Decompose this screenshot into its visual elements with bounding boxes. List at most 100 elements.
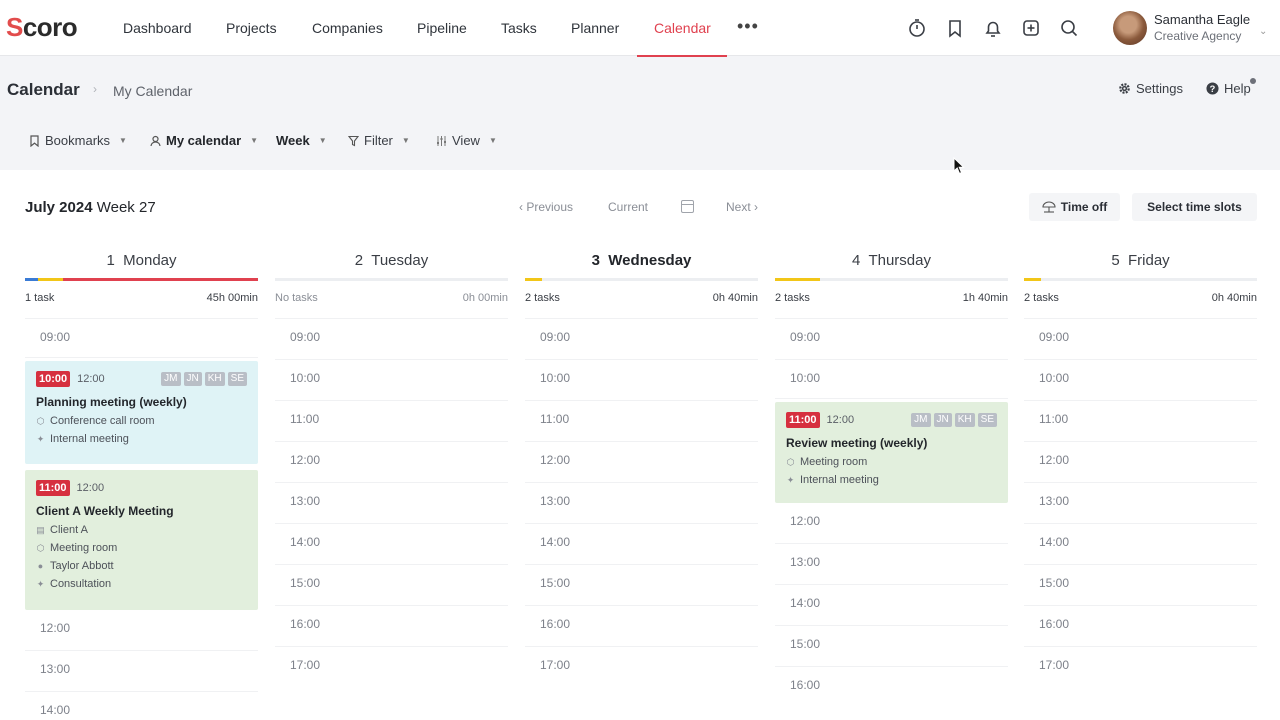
day-number: 1 — [106, 252, 115, 269]
next-button[interactable]: Next › — [726, 200, 758, 214]
nav-companies[interactable]: Companies — [312, 20, 383, 36]
active-nav-indicator — [637, 55, 727, 57]
nav-dashboard[interactable]: Dashboard — [123, 20, 192, 36]
breadcrumb[interactable]: My Calendar — [113, 83, 192, 99]
attendee-tag: SE — [227, 372, 247, 386]
bell-icon[interactable] — [982, 17, 1004, 39]
hour-label: 15:00 — [540, 576, 571, 590]
calendar-picker-icon[interactable] — [681, 200, 694, 213]
filter-dropdown[interactable]: Filter ▼ — [348, 133, 410, 148]
top-navigation: Scoro Dashboard Projects Companies Pipel… — [0, 0, 1280, 57]
hour-divider — [525, 564, 758, 565]
day-name: Wednesday — [608, 252, 692, 269]
day-header[interactable]: 3 Wednesday — [525, 252, 758, 269]
week-dropdown[interactable]: Week ▼ — [276, 133, 327, 148]
scoro-logo[interactable]: Scoro — [6, 12, 78, 43]
help-button[interactable]: ? Help — [1206, 81, 1251, 96]
event-review-meeting[interactable]: 11:00 12:00 JM JN KH SE Review meeting (… — [775, 402, 1008, 503]
day-header[interactable]: 5 Friday — [1024, 252, 1257, 269]
previous-label: Previous — [526, 200, 574, 214]
view-dropdown[interactable]: View ▼ — [436, 133, 497, 148]
select-time-slots-button[interactable]: Select time slots — [1132, 193, 1257, 221]
hour-divider — [1024, 441, 1257, 442]
hour-label: 15:00 — [1039, 576, 1070, 590]
nav-calendar[interactable]: Calendar — [654, 20, 711, 36]
day-header[interactable]: 2 Tuesday — [275, 252, 508, 269]
hour-label: 11:00 — [1039, 412, 1069, 426]
day-total-time: 45h 00min — [206, 292, 258, 304]
attendee-tag: JN — [183, 372, 202, 386]
current-button[interactable]: Current — [608, 200, 648, 214]
event-client-weekly-meeting[interactable]: 11:00 12:00 Client A Weekly Meeting ▤ Cli… — [25, 470, 258, 610]
hour-divider — [775, 398, 1008, 399]
avatar[interactable] — [1113, 11, 1147, 45]
event-room: ⬡ Conference call room — [36, 415, 247, 427]
chevron-right-icon: › — [750, 200, 759, 214]
settings-button[interactable]: Settings — [1118, 81, 1183, 96]
event-room-label: Meeting room — [800, 456, 868, 468]
hour-divider — [275, 523, 508, 524]
timer-icon[interactable] — [906, 17, 928, 39]
hour-label: 13:00 — [40, 662, 71, 676]
day-header[interactable]: 1 Monday — [25, 252, 258, 269]
hour-divider — [525, 646, 758, 647]
event-room: ⬡ Meeting room — [36, 542, 247, 554]
hour-label: 09:00 — [1039, 330, 1070, 344]
chevron-down-icon: ▼ — [401, 136, 410, 145]
bookmarks-dropdown[interactable]: Bookmarks ▼ — [29, 133, 127, 148]
hour-divider — [525, 400, 758, 401]
event-start-time: 10:00 — [36, 371, 71, 387]
chevron-down-icon: ▼ — [250, 136, 259, 145]
user-name[interactable]: Samantha Eagle — [1154, 12, 1250, 27]
mouse-cursor-icon — [953, 157, 965, 175]
more-menu-icon[interactable]: ••• — [737, 16, 759, 37]
event-title: Client A Weekly Meeting — [36, 504, 174, 518]
hour-divider — [525, 605, 758, 606]
hour-label: 17:00 — [290, 658, 321, 672]
svg-text:?: ? — [1210, 84, 1216, 94]
load-segment — [38, 278, 63, 281]
hour-label: 16:00 — [540, 617, 571, 631]
event-type: ✦ Internal meeting — [786, 474, 997, 486]
hour-label: 11:00 — [290, 412, 320, 426]
activity-icon: ✦ — [36, 578, 45, 589]
user-organization: Creative Agency — [1154, 29, 1242, 43]
previous-button[interactable]: ‹ Previous — [519, 200, 573, 214]
nav-projects[interactable]: Projects — [226, 20, 277, 36]
hour-label: 12:00 — [790, 514, 821, 528]
search-icon[interactable] — [1058, 17, 1080, 39]
chevron-down-icon: ▼ — [488, 136, 497, 145]
attendee-tags: JM JN KH SE — [911, 413, 997, 427]
hour-label: 15:00 — [790, 637, 821, 651]
event-title: Review meeting (weekly) — [786, 436, 928, 450]
activity-icon: ✦ — [786, 474, 795, 485]
day-header[interactable]: 4 Thursday — [775, 252, 1008, 269]
hour-divider — [775, 318, 1008, 319]
chevron-down-icon[interactable]: ⌄ — [1259, 26, 1267, 37]
chevron-down-icon: ▼ — [119, 136, 127, 145]
hour-divider — [275, 400, 508, 401]
bookmark-icon[interactable] — [944, 17, 966, 39]
nav-tasks[interactable]: Tasks — [501, 20, 537, 36]
help-label: Help — [1224, 81, 1251, 96]
calendar-period: July 2024 Week 27 — [25, 199, 156, 216]
hour-label: 12:00 — [290, 453, 321, 467]
nav-pipeline[interactable]: Pipeline — [417, 20, 467, 36]
hour-label: 10:00 — [540, 371, 571, 385]
nav-planner[interactable]: Planner — [571, 20, 619, 36]
hour-divider — [775, 666, 1008, 667]
event-room: ⬡ Meeting room — [786, 456, 997, 468]
day-number: 5 — [1111, 252, 1120, 269]
room-icon: ⬡ — [36, 542, 45, 553]
filter-label: Filter — [364, 133, 393, 148]
add-icon[interactable] — [1020, 17, 1042, 39]
hour-label: 14:00 — [1039, 535, 1070, 549]
my-calendar-dropdown[interactable]: My calendar ▼ — [150, 133, 258, 148]
time-off-button[interactable]: Time off — [1029, 193, 1120, 221]
event-end-time: 12:00 — [77, 373, 105, 385]
hour-divider — [25, 357, 258, 358]
day-number: 4 — [852, 252, 861, 269]
task-count: 2 tasks — [1024, 292, 1059, 304]
event-planning-meeting[interactable]: 10:00 12:00 JM JN KH SE Planning meeting… — [25, 361, 258, 464]
hour-label: 10:00 — [290, 371, 321, 385]
